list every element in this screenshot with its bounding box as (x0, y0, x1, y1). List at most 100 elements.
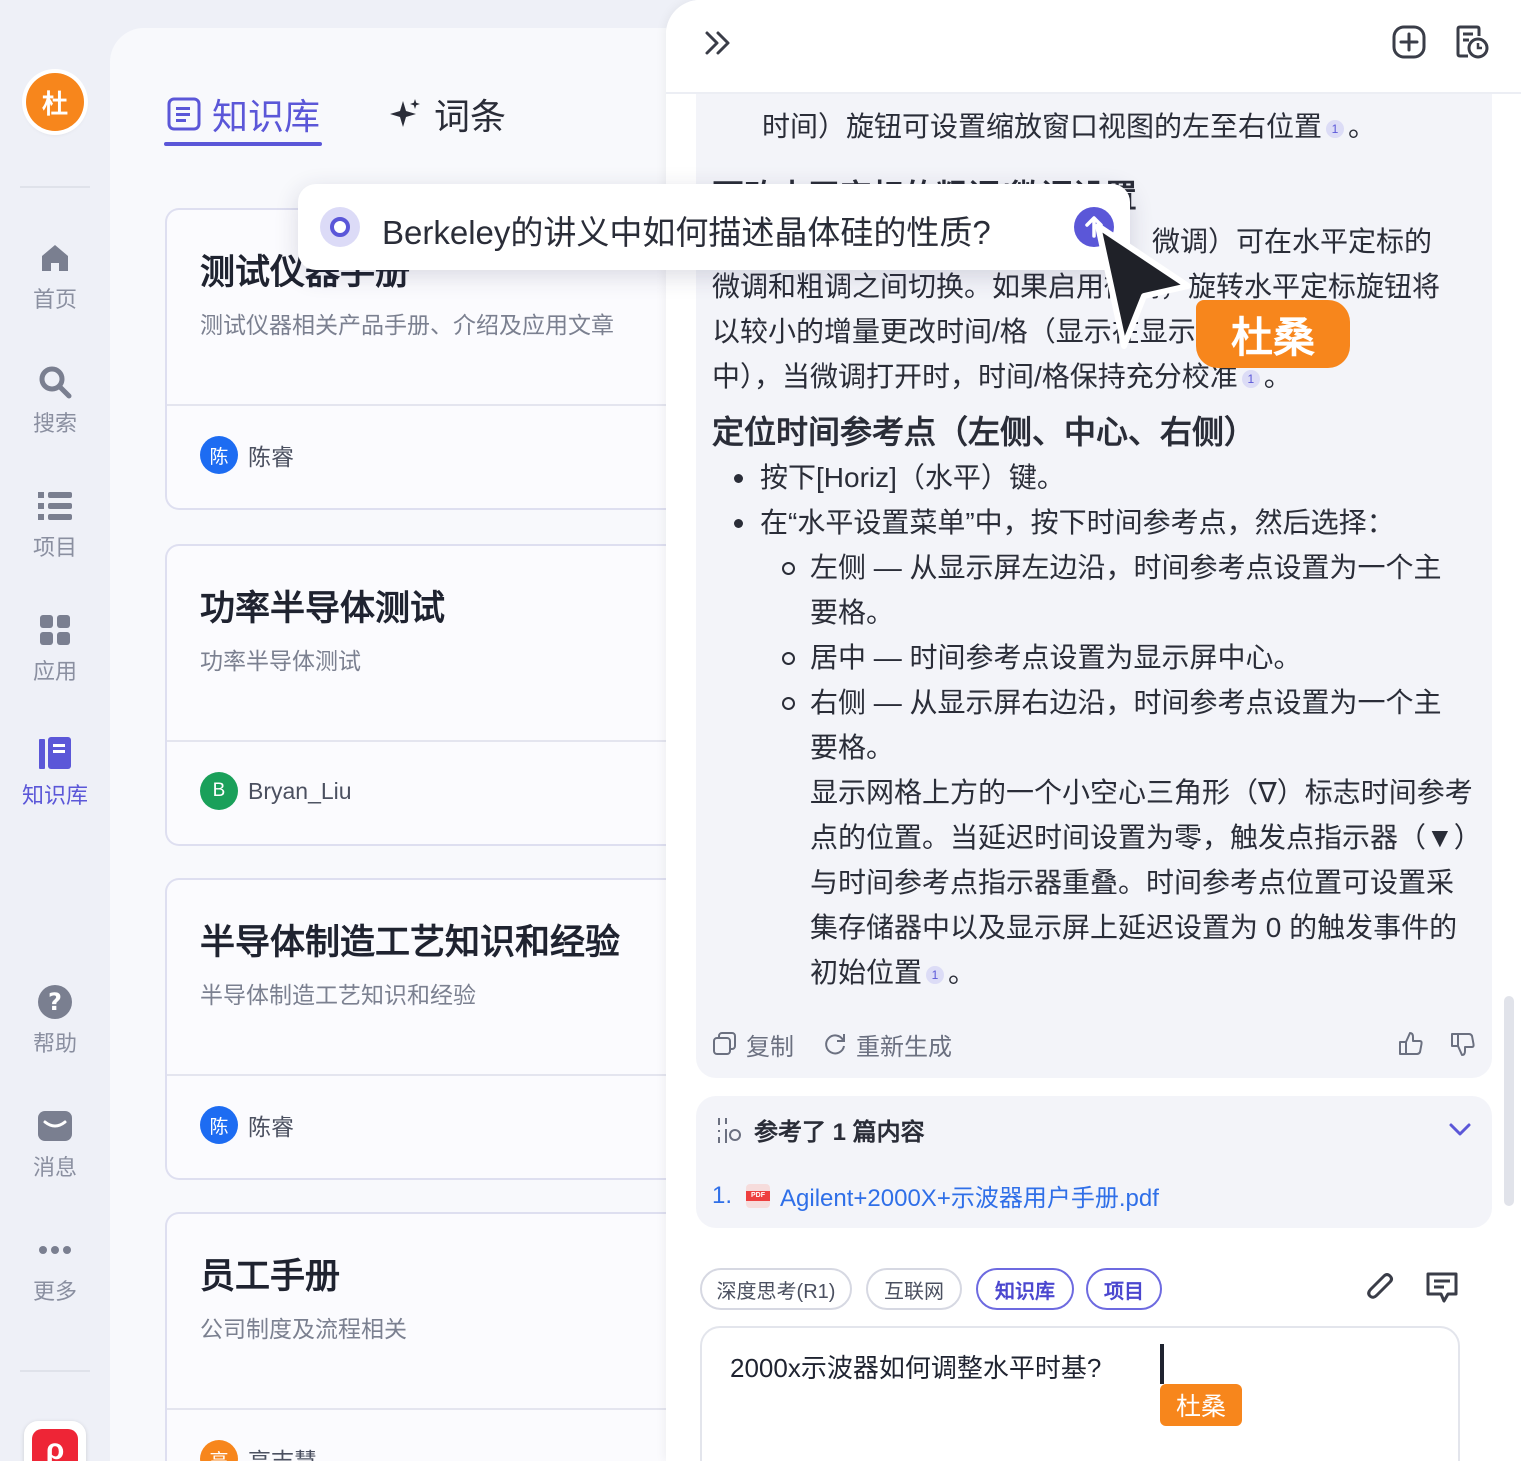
answer-actions: 复制 重新生成 (712, 1024, 1476, 1064)
new-chat-icon[interactable] (1392, 25, 1426, 59)
collaborator-tag: 杜桑 (1160, 1384, 1242, 1426)
knowledge-card[interactable]: 半导体制造工艺知识和经验 半导体制造工艺知识和经验 陈 陈睿 (165, 878, 725, 1180)
nav-more[interactable]: 更多 (0, 1230, 110, 1306)
copy-label: 复制 (746, 1033, 794, 1061)
bullet-item: 按下[Horiz]（水平）键。 (712, 455, 1476, 500)
more-icon (38, 1230, 72, 1270)
note-line: 集存储器中以及显示屏上延迟设置为 0 的触发事件的 (810, 912, 1458, 943)
citation-badge[interactable]: 1 (1241, 369, 1260, 388)
thumbs-down-icon[interactable] (1450, 1031, 1476, 1057)
nav-messages[interactable]: 消息 (0, 1106, 110, 1182)
chip-deep-thinking[interactable]: 深度思考(R1) (700, 1268, 852, 1310)
nav-search-label: 搜索 (32, 411, 77, 436)
chip-knowledge-base[interactable]: 知识库 (976, 1268, 1074, 1310)
owner-name: Bryan_Liu (248, 777, 352, 804)
help-icon: ? (37, 982, 73, 1022)
suggestion-text: Berkeley的讲义中如何描述晶体硅的性质? (382, 214, 991, 251)
answer-text: 时间）旋钮可设置缩放窗口视图的左至右位置 (762, 111, 1323, 142)
nav-knowledge[interactable]: 知识库 (0, 734, 110, 810)
sub-bullet-item: 居中 — 时间参考点设置为显示屏中心。 (712, 635, 1476, 680)
card-divider (167, 740, 725, 742)
references-title: 参考了 1 篇内容 (754, 1119, 925, 1146)
card-owner: 陈 陈睿 (200, 436, 294, 474)
card-description: 公司制度及流程相关 (200, 1316, 407, 1342)
regenerate-label: 重新生成 (856, 1033, 952, 1061)
chat-format-icon[interactable] (1424, 1270, 1460, 1306)
scrollbar[interactable] (1504, 996, 1514, 1206)
history-icon[interactable] (1454, 24, 1490, 60)
answer-section-2: 定位时间参考点（左侧、中心、右侧） 按下[Horiz]（水平）键。 在“水平设置… (712, 410, 1482, 995)
paperclip-icon[interactable] (1364, 1270, 1396, 1306)
card-divider (167, 1074, 725, 1076)
card-owner: 高 高志慧 (200, 1440, 317, 1461)
message-icon (38, 1106, 72, 1146)
nav-home[interactable]: 首页 (0, 238, 110, 314)
card-owner: B Bryan_Liu (200, 772, 352, 810)
copy-icon (713, 1032, 736, 1055)
knowledge-tab-icon (167, 97, 201, 131)
answer-paragraph-line: 中），当微调打开时，时间/格保持充分校准 1。 (712, 361, 1292, 392)
home-icon (38, 238, 72, 278)
nav-projects[interactable]: 项目 (0, 486, 110, 562)
owner-name: 陈睿 (248, 444, 294, 470)
owner-name: 陈睿 (248, 1114, 294, 1140)
pdf-badge: PDF (746, 1190, 771, 1201)
pdf-icon: PDF (746, 1183, 771, 1208)
references-header[interactable]: 参考了 1 篇内容 (716, 1112, 925, 1147)
app-launcher-icon[interactable]: ρ (24, 1421, 86, 1461)
nav-more-label: 更多 (32, 1279, 77, 1304)
search-suggestion-popup[interactable]: Berkeley的讲义中如何描述晶体硅的性质? (298, 184, 1130, 270)
sub-bullet-item: 左侧 — 从显示屏左边沿，时间参考点设置为一个主 (712, 545, 1476, 590)
refresh-icon (825, 1034, 845, 1055)
citation-badge[interactable]: 1 (1326, 119, 1345, 138)
card-title: 半导体制造工艺知识和经验 (200, 923, 621, 962)
copy-button[interactable]: 复制 (712, 1027, 794, 1062)
card-description: 功率半导体测试 (200, 648, 361, 674)
owner-avatar: B (200, 772, 238, 810)
chevron-down-icon[interactable] (1448, 1120, 1472, 1138)
thumbs-up-icon[interactable] (1398, 1031, 1424, 1057)
collapse-panel-icon[interactable] (704, 30, 732, 56)
user-avatar[interactable]: 杜 (26, 73, 84, 131)
left-nav: 杜 首页 搜索 项目 应用 知识库 ? 帮助 消息 更多 ρ (0, 0, 110, 1461)
svg-text:?: ? (48, 988, 62, 1016)
reference-item[interactable]: 1. PDF Agilent+2000X+示波器用户手册.pdf (712, 1178, 1159, 1213)
tab-terms[interactable]: 词条 (388, 88, 506, 140)
chip-project[interactable]: 项目 (1086, 1268, 1162, 1310)
nav-home-label: 首页 (32, 287, 77, 312)
search-icon (37, 362, 73, 402)
note-line: 与时间参考点指示器重叠。时间参考点位置可设置采 (810, 867, 1455, 898)
section-heading: 定位时间参考点（左侧、中心、右侧） (712, 414, 1257, 450)
owner-avatar: 高 (200, 1440, 238, 1461)
chat-header (666, 0, 1521, 94)
nav-divider (20, 186, 90, 188)
sparkle-icon (390, 99, 420, 127)
chat-input[interactable]: 2000x示波器如何调整水平时基? (700, 1326, 1460, 1461)
knowledge-card[interactable]: 功率半导体测试 功率半导体测试 B Bryan_Liu (165, 544, 725, 846)
owner-avatar: 陈 (200, 436, 238, 474)
card-description: 半导体制造工艺知识和经验 (200, 982, 476, 1008)
book-icon (39, 734, 71, 774)
knowledge-card[interactable]: 员工手册 公司制度及流程相关 高 高志慧 (165, 1212, 725, 1461)
nav-help[interactable]: ? 帮助 (0, 982, 110, 1058)
regenerate-button[interactable]: 重新生成 (822, 1027, 952, 1062)
note-line: 点的位置。当延迟时间设置为零，触发点指示器（▼） (810, 822, 1482, 853)
nav-search[interactable]: 搜索 (0, 362, 110, 438)
answer-text: 初始位置 (810, 957, 923, 988)
nav-projects-label: 项目 (32, 535, 77, 560)
nav-messages-label: 消息 (32, 1155, 77, 1180)
chip-internet[interactable]: 互联网 (866, 1268, 962, 1310)
sub-bullet-continued: 要格。 (810, 597, 895, 628)
sub-bullet-continued: 要格。 (810, 732, 895, 763)
tab-knowledge[interactable]: 知识库 (166, 88, 320, 140)
chat-input-text: 2000x示波器如何调整水平时基? (730, 1353, 1102, 1383)
answer-line: 时间）旋钮可设置缩放窗口视图的左至右位置 1。 (712, 104, 1476, 149)
pointer-name-tag: 杜桑 (1196, 300, 1350, 368)
card-divider (167, 1408, 725, 1410)
reference-icon (718, 1117, 741, 1143)
nav-apps[interactable]: 应用 (0, 610, 110, 686)
reference-filename: Agilent+2000X+示波器用户手册.pdf (780, 1185, 1159, 1212)
active-tab-indicator (164, 142, 322, 146)
citation-badge[interactable]: 1 (926, 965, 945, 984)
nav-help-label: 帮助 (32, 1031, 77, 1056)
